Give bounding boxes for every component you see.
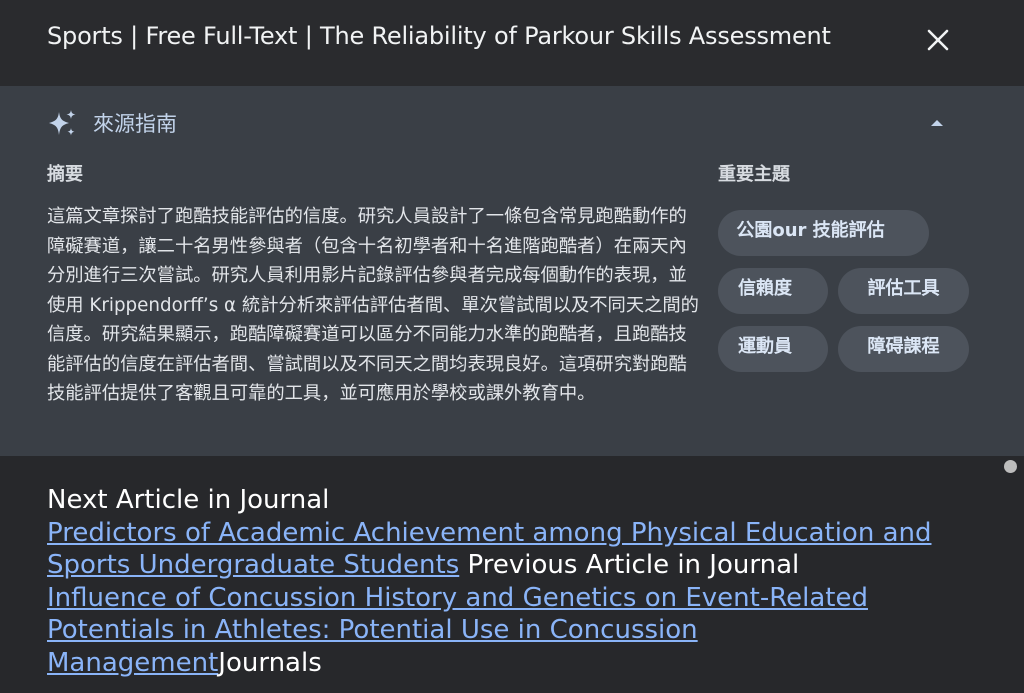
previous-article-label: Previous Article in Journal — [467, 550, 800, 580]
chevron-up-icon — [931, 120, 943, 126]
topic-chip[interactable]: 運動員 — [718, 326, 828, 372]
close-button[interactable] — [920, 22, 956, 58]
next-article-label: Next Article in Journal — [47, 485, 330, 515]
topic-chip[interactable]: 評估工具 — [838, 268, 969, 314]
source-guide-panel: 來源指南 摘要 這篇文章探討了跑酷技能評估的信度。研究人員設計了一條包含常見跑酷… — [0, 86, 1024, 456]
close-icon — [927, 29, 949, 51]
topics-heading: 重要主題 — [718, 164, 790, 185]
summary-heading: 摘要 — [47, 164, 83, 185]
panel-header: Sports | Free Full-Text | The Reliabilit… — [0, 0, 1024, 86]
sparkle-icon — [49, 110, 76, 136]
scrollbar-thumb[interactable] — [1004, 460, 1017, 473]
previous-article-link[interactable]: Influence of Concussion History and Gene… — [47, 583, 868, 678]
topic-chip[interactable]: 公園our 技能評估 — [718, 210, 929, 256]
page-title: Sports | Free Full-Text | The Reliabilit… — [47, 22, 831, 50]
source-guide-title: 來源指南 — [93, 112, 177, 136]
journals-label: Journals — [218, 647, 322, 678]
topic-chip[interactable]: 信賴度 — [718, 268, 828, 314]
collapse-button[interactable] — [924, 114, 950, 132]
article-navigation: Next Article in Journal Predictors of Aca… — [47, 484, 947, 679]
summary-text: 這篇文章探討了跑酷技能評估的信度。研究人員設計了一條包含常見跑酷動作的障礙賽道，… — [47, 206, 699, 404]
source-guide-toggle[interactable]: 來源指南 — [47, 108, 177, 138]
topic-chip[interactable]: 障碍課程 — [838, 326, 969, 372]
